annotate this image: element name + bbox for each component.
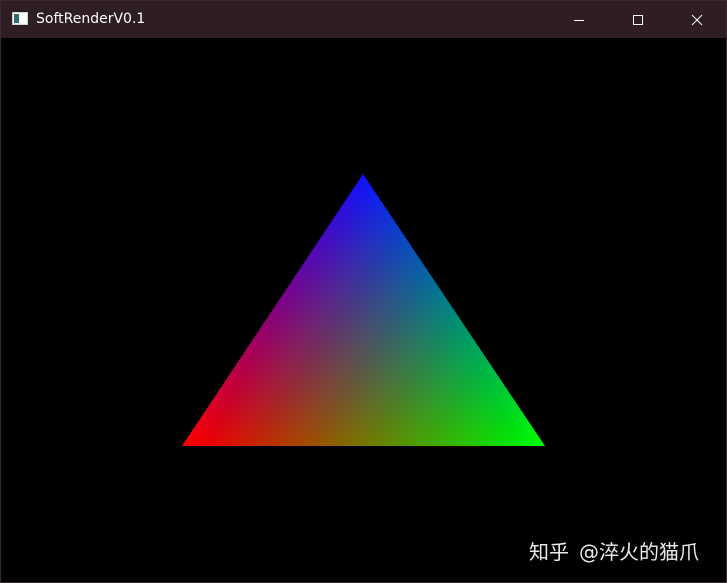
minimize-icon: [574, 19, 584, 21]
watermark-site: 知乎: [529, 540, 569, 564]
app-window-icon: [12, 12, 28, 25]
watermark: 知乎 @淬火的猫爪: [529, 539, 699, 565]
maximize-button[interactable]: [609, 1, 667, 38]
window-title: SoftRenderV0.1: [36, 11, 146, 27]
title-bar[interactable]: SoftRenderV0.1: [1, 1, 726, 38]
minimize-button[interactable]: [550, 1, 608, 38]
render-viewport: 知乎 @淬火的猫爪: [1, 38, 726, 582]
app-window: SoftRenderV0.1 知乎 @淬火的猫爪: [0, 0, 727, 583]
render-canvas: [1, 38, 726, 582]
close-icon: [691, 14, 703, 25]
maximize-icon: [633, 14, 643, 25]
close-button[interactable]: [668, 1, 726, 38]
watermark-author: @淬火的猫爪: [579, 540, 699, 564]
